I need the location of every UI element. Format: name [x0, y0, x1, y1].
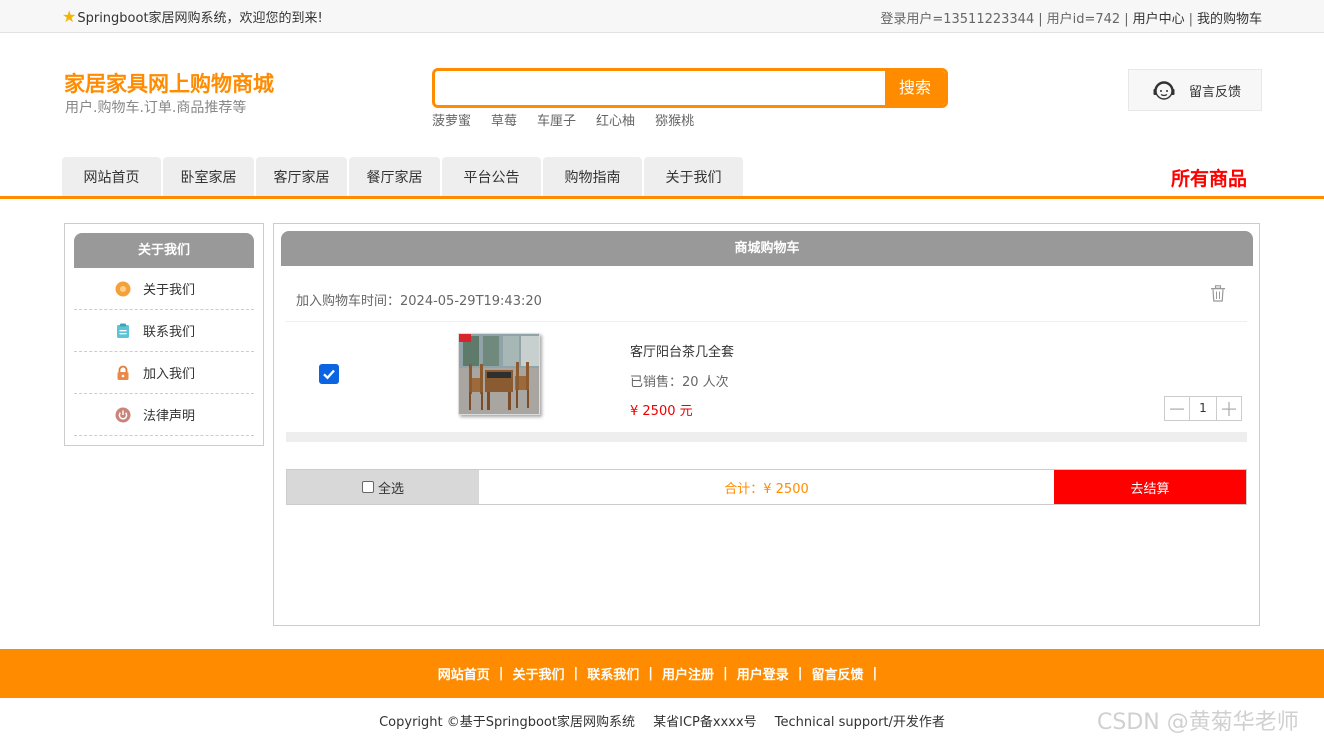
separator: |: [1188, 12, 1193, 27]
sidebar-item-contact[interactable]: 联系我们: [74, 310, 254, 352]
nav-item-shopping-guide[interactable]: 购物指南: [543, 157, 642, 197]
user-links: 登录用户=13511223344 | 用户id=742 | 用户中心 | 我的购物车: [880, 8, 1262, 27]
hot-word[interactable]: 红心柚: [596, 110, 635, 129]
nav-item-home[interactable]: 网站首页: [62, 157, 161, 197]
footer-links: 网站首页 | 关于我们 | 联系我们 | 用户注册 | 用户登录 | 留言反馈 |: [0, 649, 1324, 698]
hot-word[interactable]: 猕猴桃: [655, 110, 694, 129]
site-title: 家居家具网上购物商城: [64, 72, 274, 96]
site-subtitle: 用户.购物车.订单.商品推荐等: [65, 100, 247, 116]
login-user: 登录用户=13511223344: [880, 12, 1035, 27]
decrease-button[interactable]: [1165, 397, 1189, 420]
select-all-checkbox[interactable]: 全选: [287, 470, 479, 504]
cart-added-time-value: 2024-05-29T19:43:20: [400, 294, 542, 309]
clipboard-icon: [117, 323, 129, 338]
separator: |: [1038, 12, 1043, 27]
nav-divider: [0, 196, 1324, 199]
power-icon: [115, 407, 131, 422]
user-id: 用户id=742: [1046, 12, 1121, 27]
icp-text: 某省ICP备xxxx号: [653, 715, 757, 730]
trash-icon[interactable]: [1210, 285, 1226, 302]
support-text: Technical support/开发作者: [774, 715, 945, 730]
sidebar: 关于我们 关于我们 联系我们 加入我们 法律声明: [64, 223, 264, 446]
watermark: CSDN @黄菊华老师: [1097, 710, 1299, 735]
separator: |: [498, 666, 504, 681]
sidebar-item-label: 法律声明: [143, 409, 196, 424]
lock-icon: [117, 365, 129, 380]
hot-words: 菠萝蜜 草莓 车厘子 红心柚 猕猴桃: [432, 110, 694, 129]
footer-link-login[interactable]: 用户登录: [737, 664, 789, 683]
customer-service-icon: [1153, 81, 1175, 100]
increase-button[interactable]: [1217, 397, 1241, 420]
cart-panel: 商城购物车 加入购物车时间：2024-05-29T19:43:20 客厅阳台茶几…: [273, 223, 1260, 626]
separator: |: [723, 666, 728, 681]
product-thumbnail[interactable]: [458, 333, 540, 415]
hot-word[interactable]: 草莓: [491, 110, 517, 129]
sidebar-item-legal[interactable]: 法律声明: [74, 394, 254, 436]
nav-item-dining-room[interactable]: 餐厅家居: [349, 157, 440, 197]
checkbox-box: [361, 481, 374, 493]
main-nav: 网站首页 卧室家居 客厅家居 餐厅家居 平台公告 购物指南 关于我们: [62, 157, 745, 197]
item-checkbox[interactable]: [319, 364, 339, 384]
hot-word[interactable]: 车厘子: [537, 110, 576, 129]
product-sold-count: 已销售：20 人次: [630, 375, 729, 390]
copyright-text: Copyright ©基于Springboot家居网购系统: [379, 715, 635, 730]
separator: |: [797, 666, 803, 681]
cart-divider: [286, 321, 1247, 322]
footer-link-home[interactable]: 网站首页: [438, 664, 490, 683]
product-name[interactable]: 客厅阳台茶几全套: [630, 341, 734, 360]
star-icon: ★: [62, 6, 77, 26]
search-box: 搜索: [432, 68, 948, 108]
top-bar: ★ Springboot家居网购系统，欢迎您的到来! 登录用户=13511223…: [0, 0, 1324, 33]
check-icon: [323, 369, 335, 380]
sidebar-menu: 关于我们 联系我们 加入我们 法律声明: [74, 268, 254, 436]
footer-link-feedback[interactable]: 留言反馈: [812, 664, 864, 683]
sidebar-title: 关于我们: [74, 233, 254, 268]
sidebar-item-about[interactable]: 关于我们: [74, 268, 254, 310]
separator: |: [648, 666, 653, 681]
nav-item-bedroom[interactable]: 卧室家居: [163, 157, 254, 197]
cart-total: 合计：¥ 2500: [724, 481, 809, 497]
all-goods-link[interactable]: 所有商品: [1171, 164, 1247, 191]
select-all-label: 全选: [377, 481, 404, 497]
product-image: [459, 334, 539, 414]
checkout-button[interactable]: 去结算: [1054, 470, 1246, 504]
feedback-label: 留言反馈: [1189, 84, 1242, 100]
quantity-value[interactable]: 1: [1189, 397, 1217, 420]
my-cart-link[interactable]: 我的购物车: [1197, 12, 1262, 27]
welcome-message: ★ Springboot家居网购系统，欢迎您的到来!: [62, 7, 323, 26]
sidebar-item-label: 加入我们: [143, 367, 196, 382]
footer-link-contact[interactable]: 联系我们: [587, 664, 639, 683]
product-price: ¥ 2500 元: [630, 404, 693, 419]
separator: |: [1124, 12, 1129, 27]
feedback-button[interactable]: 留言反馈: [1128, 69, 1262, 111]
quantity-stepper: 1: [1164, 396, 1242, 421]
sidebar-item-join[interactable]: 加入我们: [74, 352, 254, 394]
cart-title: 商城购物车: [281, 231, 1253, 266]
sidebar-item-label: 联系我们: [143, 325, 196, 340]
footer-link-register[interactable]: 用户注册: [662, 664, 714, 683]
nav-item-announcements[interactable]: 平台公告: [442, 157, 541, 197]
footer-link-about[interactable]: 关于我们: [512, 664, 564, 683]
nav-item-about[interactable]: 关于我们: [644, 157, 743, 197]
plus-icon: [1222, 401, 1236, 416]
nav-item-living-room[interactable]: 客厅家居: [256, 157, 347, 197]
search-input[interactable]: [435, 71, 887, 105]
search-button[interactable]: 搜索: [885, 71, 945, 105]
separator: |: [872, 666, 878, 681]
hot-word[interactable]: 菠萝蜜: [432, 110, 471, 129]
orange-circle-icon: [115, 281, 131, 296]
cart-summary-bar: 全选 合计：¥ 2500 去结算: [286, 469, 1247, 505]
cart-added-time: 加入购物车时间：2024-05-29T19:43:20: [296, 290, 542, 309]
welcome-text: Springboot家居网购系统，欢迎您的到来!: [77, 11, 323, 26]
user-center-link[interactable]: 用户中心: [1133, 12, 1185, 27]
item-separator: [286, 432, 1247, 442]
minus-icon: [1170, 408, 1184, 410]
sidebar-item-label: 关于我们: [143, 283, 196, 298]
cart-added-time-label: 加入购物车时间：: [296, 294, 401, 309]
separator: |: [573, 666, 579, 681]
